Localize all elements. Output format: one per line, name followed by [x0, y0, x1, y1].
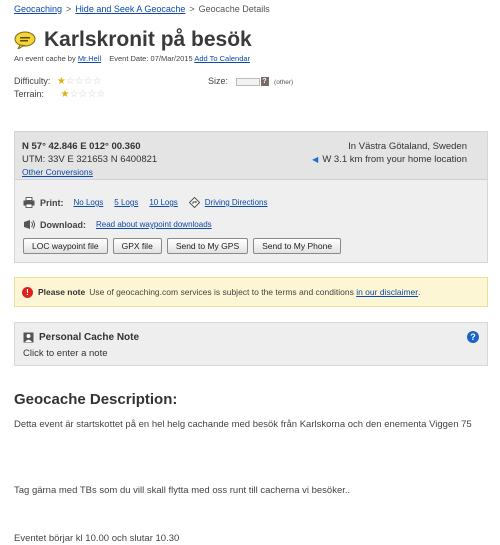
download-icon [24, 220, 35, 229]
direction-arrow-icon: ◀ [312, 155, 319, 164]
download-buttons: LOC waypoint file GPX file Send to My GP… [23, 238, 346, 254]
difficulty-rating: Difficulty: ★ ☆ ☆ ☆ ☆ [14, 76, 102, 87]
gpx-file-button[interactable]: GPX file [112, 238, 162, 254]
enter-note-prompt[interactable]: Click to enter a note [23, 348, 108, 359]
event-cache-icon [14, 31, 36, 49]
print-5-logs-link[interactable]: 5 Logs [114, 198, 138, 207]
location-text: In Västra Götaland, Sweden [348, 141, 467, 152]
cache-owner-line: An event cache by Mr.Hell Event Date: 07… [14, 54, 250, 63]
size-unknown-icon: ? [260, 77, 269, 87]
download-label: Download: [40, 219, 86, 230]
star-icon: ☆ [78, 89, 88, 100]
star-icon: ☆ [74, 76, 84, 87]
difficulty-label: Difficulty: [14, 76, 51, 86]
description-heading: Geocache Description: [14, 391, 178, 408]
notice-end: . [418, 287, 421, 297]
print-10-logs-link[interactable]: 10 Logs [149, 198, 177, 207]
personal-cache-note[interactable]: Personal Cache Note Click to enter a not… [14, 322, 488, 366]
event-date: Event Date: 07/Mar/2015 [109, 54, 193, 63]
star-icon: ★ [60, 89, 70, 100]
coordinates-header: N 57° 42.846 E 012° 00.360 UTM: 33V E 32… [15, 132, 487, 180]
personal-note-title: Personal Cache Note [39, 332, 140, 343]
notice-text: Use of geocaching.com services is subjec… [89, 287, 354, 297]
terrain-rating: Terrain: ★ ☆ ☆ ☆ ☆ [14, 89, 105, 100]
print-no-logs-link[interactable]: No Logs [74, 198, 104, 207]
print-row: Print: No Logs 5 Logs 10 Logs Driving Di… [23, 197, 278, 208]
person-note-icon [23, 332, 34, 343]
distance-value: W 3.1 km from your home location [322, 154, 467, 165]
alert-icon: ! [22, 286, 33, 298]
coordinates-value: N 57° 42.846 E 012° 00.360 [22, 141, 141, 152]
add-to-calendar-link[interactable]: Add To Calendar [194, 54, 250, 63]
description-paragraph: Eventet börjar kl 10.00 och slutar 10.30 [14, 533, 180, 544]
title-row: Karlskronit på besök [14, 28, 252, 52]
description-paragraph: Tag gärna med TBs som du vill skall flyt… [14, 485, 351, 496]
size-label: Size: [208, 76, 229, 86]
coordinates-panel: N 57° 42.846 E 012° 00.360 UTM: 33V E 32… [14, 131, 488, 263]
notice-bold: Please note [38, 287, 86, 297]
breadcrumb-hide-and-seek[interactable]: Hide and Seek A Geocache [75, 4, 185, 14]
help-icon[interactable]: ? [467, 331, 479, 343]
terrain-label: Terrain: [14, 89, 45, 99]
breadcrumb-separator: > [189, 4, 195, 14]
owner-prefix: An event cache by [14, 54, 76, 63]
breadcrumb-current: Geocache Details [198, 4, 270, 14]
disclaimer-link[interactable]: in our disclaimer [356, 287, 418, 297]
personal-note-heading: Personal Cache Note [23, 332, 139, 343]
download-row: Download: Read about waypoint downloads [23, 219, 212, 230]
description-paragraph: Detta event är startskottet på en hel he… [14, 419, 472, 430]
utm-value: UTM: 33V E 321653 N 6400821 [22, 154, 158, 165]
star-icon: ☆ [83, 76, 93, 87]
size-value: (other) [274, 79, 294, 86]
printer-icon [23, 197, 35, 208]
loc-waypoint-file-button[interactable]: LOC waypoint file [23, 238, 108, 254]
page-title: Karlskronit på besök [44, 28, 252, 51]
breadcrumb-geocaching[interactable]: Geocaching [14, 4, 62, 14]
breadcrumb-separator: > [66, 4, 72, 14]
breadcrumb: Geocaching > Hide and Seek A Geocache > Geoc… [14, 4, 270, 14]
star-icon: ★ [56, 76, 66, 87]
star-icon: ☆ [65, 76, 75, 87]
star-icon: ☆ [69, 89, 79, 100]
send-to-phone-button[interactable]: Send to My Phone [253, 238, 342, 254]
star-icon: ☆ [87, 89, 97, 100]
star-icon: ☆ [92, 76, 102, 87]
size-rating: Size: ? (other) [208, 76, 294, 87]
disclaimer-notice: ! Please note Use of geocaching.com serv… [14, 277, 488, 307]
read-about-downloads-link[interactable]: Read about waypoint downloads [96, 220, 212, 229]
difficulty-stars: ★ ☆ ☆ ☆ ☆ [57, 77, 102, 87]
owner-link[interactable]: Mr.Hell [78, 54, 101, 63]
size-bar-icon [235, 77, 260, 86]
star-icon: ☆ [96, 89, 106, 100]
other-conversions-link[interactable]: Other Conversions [22, 167, 93, 177]
terrain-stars: ★ ☆ ☆ ☆ ☆ [61, 90, 106, 100]
driving-directions-link[interactable]: Driving Directions [205, 198, 268, 207]
distance-text: ◀ W 3.1 km from your home location [312, 154, 467, 165]
send-to-gps-button[interactable]: Send to My GPS [166, 238, 249, 254]
directions-icon [188, 197, 200, 208]
print-label: Print: [40, 197, 64, 208]
